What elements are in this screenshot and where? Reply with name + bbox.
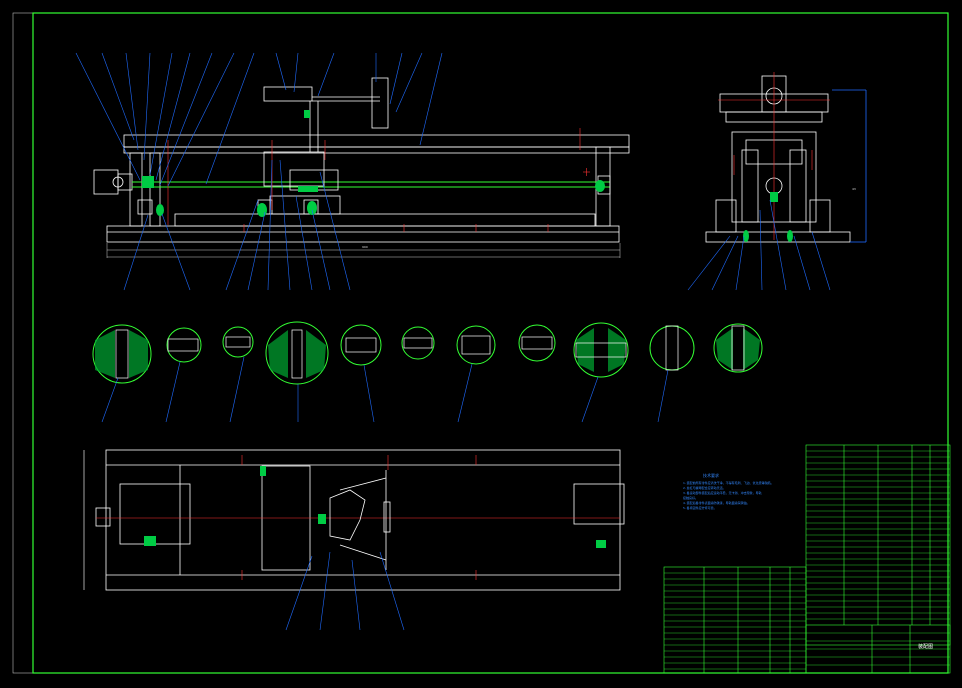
section-details-parts [115,325,745,379]
plan-view-hatch [144,466,606,548]
front-view-leaders-top [75,52,443,187]
side-view-hatch [743,192,793,242]
plan-view-centerlines [241,455,477,580]
plan-view [83,449,625,591]
note-line-3: 3.各运动部件装配后应运动平稳，无卡滞、冲击现象，导轨 [683,491,762,495]
note-line-4: 接触良好。 [683,496,699,500]
section-details [92,321,763,385]
overall-dimension-label: 990 [362,245,368,249]
front-view [93,77,630,243]
front-view-leaders-bottom [123,159,351,291]
center-mark-icon [583,168,590,176]
front-view-centerlines [167,128,581,232]
section-details-leaders [101,356,669,423]
side-view-centerlines [718,72,830,240]
side-view-height-label: 43 [852,187,856,191]
side-view [705,75,867,243]
side-view-leaders [687,199,831,291]
note-line-6: 5.各紧固件应拧紧可靠。 [683,506,717,510]
note-line-2: 2.丝杠与螺母配合应转动灵活。 [683,486,726,490]
front-view-hatch [142,110,605,217]
note-line-5: 4.装配后各零件表面涂防锈漆，导轨面涂润滑油。 [683,501,750,505]
cad-drawing-canvas: 990 43 [12,12,951,674]
note-line-1: 1.装配前所有零件应清洗干净，不得有毛刺、飞边、氧化皮等缺陷。 [683,481,774,485]
section-details-hatch [95,328,760,378]
drawing-title: 装配图 [918,644,934,650]
notes-heading: 技术要求 [703,473,719,478]
